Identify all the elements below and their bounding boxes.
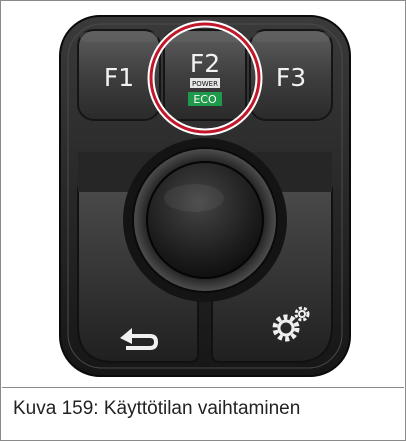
eco-label: ECO bbox=[193, 93, 217, 106]
f2-key-label: F2 bbox=[190, 49, 220, 78]
f1-key-label: F1 bbox=[104, 63, 134, 92]
keypad-drawing: F1 F2 F3 POWER ECO bbox=[59, 15, 351, 377]
caption-divider bbox=[2, 387, 404, 388]
keypad-illustration: F1 F2 F3 POWER ECO bbox=[2, 2, 404, 388]
figure-caption: Kuva 159: Käyttötilan vaihtaminen bbox=[13, 398, 301, 419]
power-label: POWER bbox=[192, 80, 218, 88]
rotary-knob[interactable] bbox=[123, 138, 287, 302]
figure-frame: F1 F2 F3 POWER ECO Kuva 159: Käyttötilan… bbox=[0, 0, 406, 441]
f3-key-label: F3 bbox=[276, 63, 306, 92]
